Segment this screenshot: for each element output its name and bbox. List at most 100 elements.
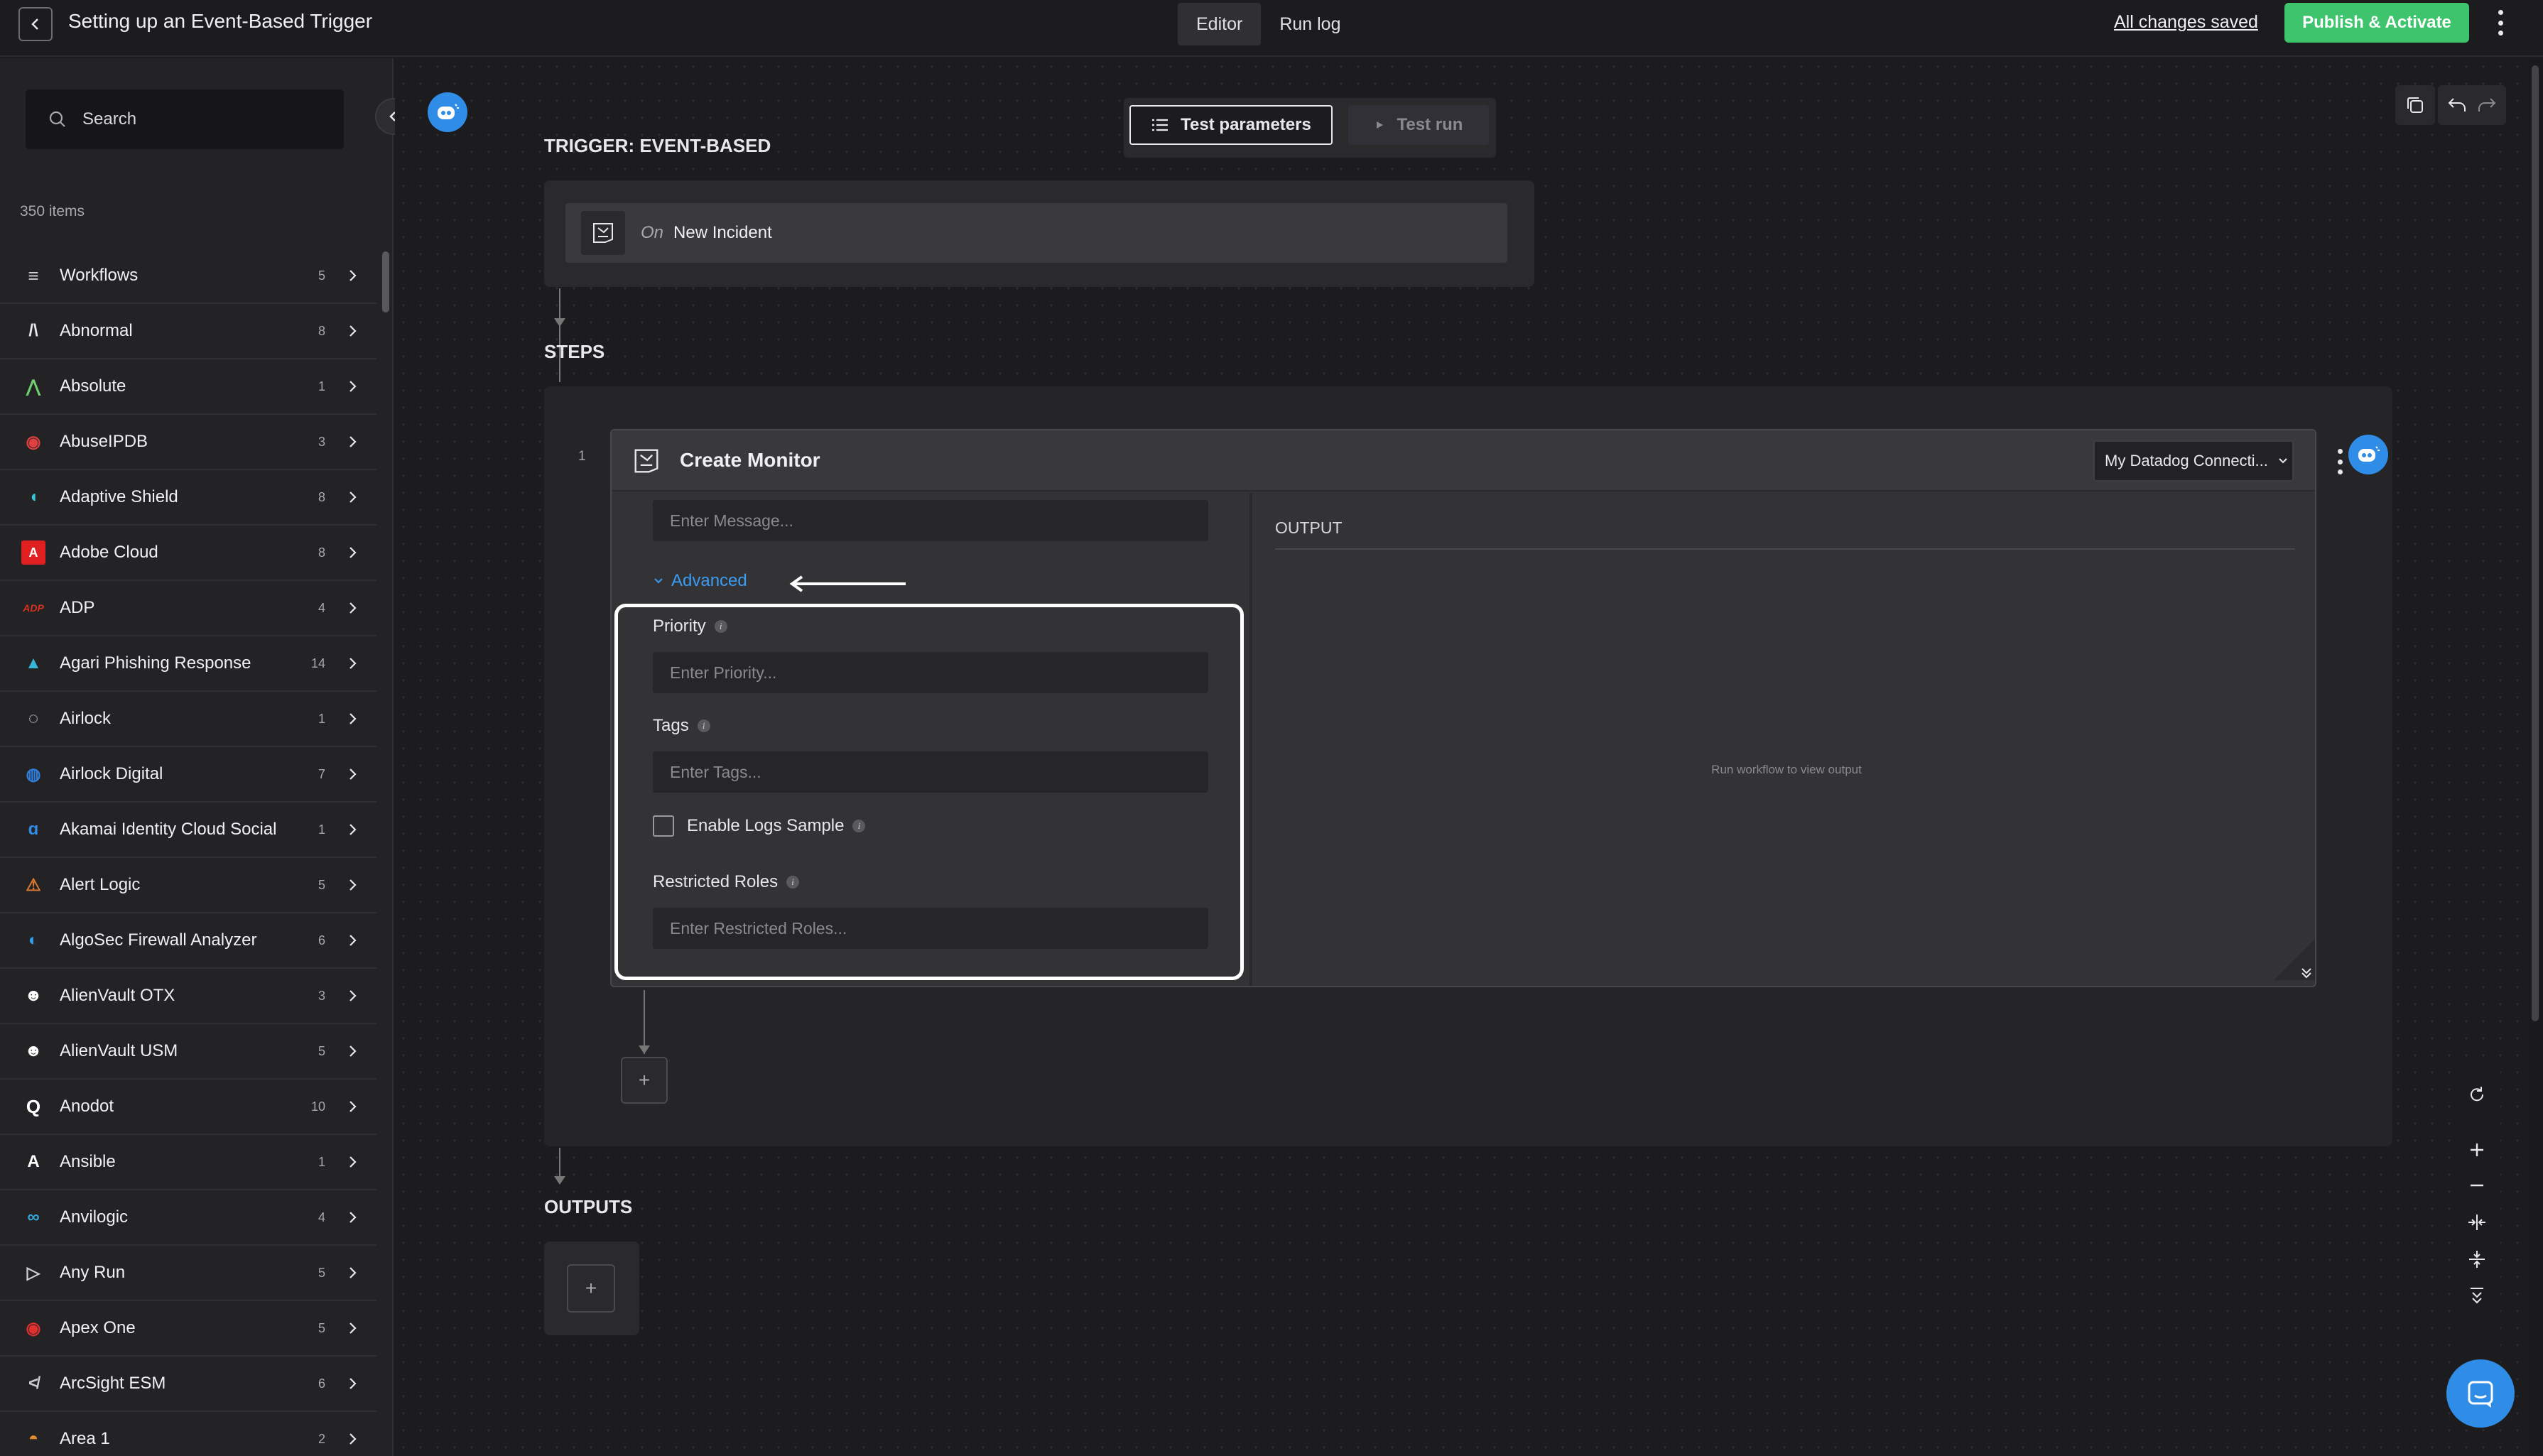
sidebar-item-count: 3 — [318, 434, 325, 449]
alienvault-icon: ☻ — [24, 1041, 43, 1060]
message-input[interactable]: Enter Message... — [653, 500, 1208, 541]
sidebar-item-any-run[interactable]: ▷ Any Run 5 — [0, 1246, 376, 1301]
trigger-prefix: On — [641, 223, 664, 242]
chevron-right-icon — [349, 270, 357, 281]
sidebar-item-apex-one[interactable]: ◉ Apex One 5 — [0, 1301, 376, 1357]
more-options-icon[interactable] — [2493, 7, 2507, 38]
workflow-canvas[interactable]: Test parameters Test run TRIGGER: EVENT-… — [395, 58, 2526, 1456]
airlock-icon: ◌ — [28, 709, 39, 728]
info-icon[interactable]: i — [697, 719, 710, 732]
step-title: Create Monitor — [680, 449, 820, 471]
undo-icon[interactable] — [2446, 94, 2468, 116]
chevron-right-icon — [349, 1101, 357, 1112]
divider — [1275, 548, 2295, 550]
test-controls: Test parameters Test run — [1124, 98, 1496, 158]
trigger-container: On New Incident — [544, 180, 1534, 287]
redo-icon[interactable] — [2476, 94, 2498, 116]
sidebar-item-count: 1 — [318, 1154, 325, 1169]
sidebar-item-airlock-digital[interactable]: ◍ Airlock Digital 7 — [0, 747, 376, 803]
alert-logic-icon: ⚠ — [26, 875, 41, 895]
test-parameters-button[interactable]: Test parameters — [1129, 105, 1333, 145]
sidebar-item-label: Akamai Identity Cloud Social — [60, 820, 277, 839]
sidebar-item-alienvault-usm[interactable]: ☻ AlienVault USM 5 — [0, 1024, 376, 1080]
advanced-label: Advanced — [671, 571, 747, 590]
sidebar-item-count: 3 — [318, 988, 325, 1003]
logs-sample-checkbox[interactable] — [653, 815, 674, 837]
sidebar-item-adp[interactable]: ADP ADP 4 — [0, 581, 376, 636]
list-icon — [1152, 119, 1169, 131]
sidebar-item-anodot[interactable]: Q Anodot 10 — [0, 1080, 376, 1135]
fit-height-icon[interactable] — [2459, 1243, 2495, 1276]
sidebar-item-workflows[interactable]: ≡ Workflows 5 — [0, 249, 376, 304]
info-icon[interactable]: i — [786, 876, 800, 889]
add-step-button[interactable]: + — [621, 1057, 668, 1104]
adobe-icon: A — [21, 540, 45, 565]
advanced-toggle[interactable]: Advanced — [653, 571, 747, 591]
back-button[interactable] — [18, 7, 53, 41]
sidebar-item-alienvault-otx[interactable]: ☻ AlienVault OTX 3 — [0, 969, 376, 1024]
add-output-button[interactable]: + — [567, 1264, 615, 1313]
chevron-right-icon — [349, 381, 357, 392]
sidebar-item-abnormal[interactable]: /\ Abnormal 8 — [0, 304, 376, 359]
tab-run-log[interactable]: Run log — [1261, 3, 1359, 45]
sidebar-item-akamai-identity-cloud-social[interactable]: ɑ Akamai Identity Cloud Social 1 — [0, 803, 376, 858]
trigger-node[interactable]: On New Incident — [565, 203, 1507, 263]
sidebar-item-count: 2 — [318, 1431, 325, 1446]
tags-input[interactable]: Enter Tags... — [653, 751, 1208, 793]
sidebar-item-absolute[interactable]: ⋀ Absolute 1 — [0, 359, 376, 415]
canvas-scrollbar[interactable] — [2529, 58, 2543, 1456]
sidebar-item-adaptive-shield[interactable]: ◖ Adaptive Shield 8 — [0, 470, 376, 526]
reset-view-icon[interactable] — [2459, 1078, 2495, 1111]
info-icon[interactable]: i — [714, 620, 727, 633]
test-run-button[interactable]: Test run — [1348, 105, 1489, 145]
search-input[interactable]: Search — [26, 89, 344, 149]
bot-assistant-icon[interactable] — [2348, 435, 2388, 474]
view-tabs: Editor Run log — [1178, 3, 1359, 45]
fit-width-icon[interactable] — [2459, 1206, 2495, 1239]
info-icon[interactable]: i — [852, 820, 866, 832]
restricted-roles-label: Restricted Roles i — [653, 872, 800, 892]
connection-value: My Datadog Connecti... — [2105, 452, 2268, 469]
sidebar-item-count: 6 — [318, 933, 325, 947]
sidebar-item-algosec-firewall-analyzer[interactable]: ◐ AlgoSec Firewall Analyzer 6 — [0, 913, 376, 969]
alienvault-icon: ☻ — [24, 986, 43, 1005]
chevron-right-icon — [349, 1267, 357, 1278]
sidebar-item-ansible[interactable]: A Ansible 1 — [0, 1135, 376, 1190]
copy-icon[interactable] — [2395, 85, 2435, 125]
zoom-out-icon[interactable] — [2459, 1169, 2495, 1202]
sidebar-item-count: 1 — [318, 379, 325, 393]
sidebar-item-label: Ansible — [60, 1152, 116, 1171]
step-more-options-icon[interactable] — [2333, 446, 2347, 477]
restricted-roles-label-text: Restricted Roles — [653, 872, 779, 891]
sidebar-item-count: 10 — [310, 1099, 325, 1114]
sidebar-item-airlock[interactable]: ◌ Airlock 1 — [0, 692, 376, 747]
publish-activate-button[interactable]: Publish & Activate — [2284, 3, 2469, 43]
bot-assistant-icon[interactable] — [428, 92, 467, 132]
priority-input[interactable]: Enter Priority... — [653, 652, 1208, 693]
zoom-in-icon[interactable] — [2459, 1134, 2495, 1166]
sidebar-item-area-1[interactable]: ◓ Area 1 2 — [0, 1412, 376, 1456]
sidebar-item-alert-logic[interactable]: ⚠ Alert Logic 5 — [0, 858, 376, 913]
sidebar-scrollbar[interactable] — [382, 251, 389, 313]
absolute-icon: ⋀ — [26, 376, 40, 396]
saved-status-link[interactable]: All changes saved — [2114, 12, 2258, 33]
connection-select[interactable]: My Datadog Connecti... — [2093, 440, 2294, 482]
sidebar-item-abuseipdb[interactable]: ◉ AbuseIPDB 3 — [0, 415, 376, 470]
sidebar-item-arcsight-esm[interactable]: ≮ ArcSight ESM 6 — [0, 1357, 376, 1412]
resize-handle-icon[interactable] — [2268, 933, 2316, 983]
sidebar-item-adobe-cloud[interactable]: A Adobe Cloud 8 — [0, 526, 376, 581]
connector-line — [644, 990, 645, 1054]
connector-arrow-icon — [639, 1045, 650, 1054]
chevron-right-icon — [349, 1156, 357, 1168]
sidebar-item-anvilogic[interactable]: ∞ Anvilogic 4 — [0, 1190, 376, 1246]
sidebar-item-agari-phishing-response[interactable]: ▲ Agari Phishing Response 14 — [0, 636, 376, 692]
anodot-icon: Q — [26, 1095, 41, 1117]
sidebar-item-count: 5 — [318, 1043, 325, 1058]
sidebar-item-count: 1 — [318, 822, 325, 837]
collapse-all-icon[interactable] — [2459, 1280, 2495, 1313]
sidebar-item-count: 1 — [318, 711, 325, 726]
tab-editor[interactable]: Editor — [1178, 3, 1262, 45]
algosec-icon: ◐ — [28, 930, 39, 950]
chat-support-button[interactable] — [2446, 1359, 2515, 1428]
restricted-roles-input[interactable]: Enter Restricted Roles... — [653, 908, 1208, 949]
